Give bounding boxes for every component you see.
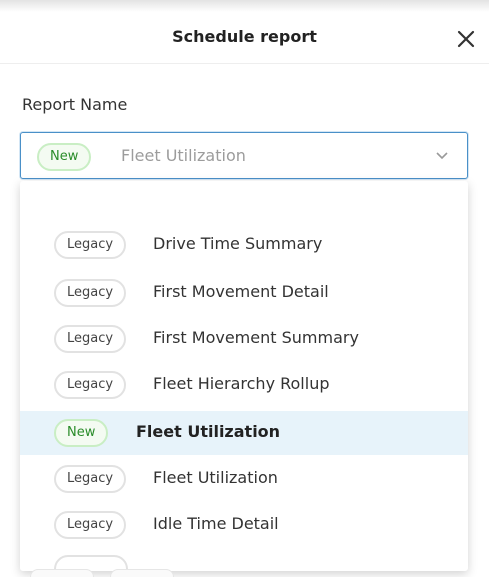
new-badge: New (37, 143, 92, 171)
option-label: Fleet Utilization (136, 422, 281, 441)
option-label: Fleet Utilization (153, 468, 278, 487)
background-pill (110, 569, 174, 577)
dialog-header: Schedule report (0, 12, 489, 64)
legacy-badge: Legacy (54, 371, 127, 399)
option-drive-time-summary[interactable]: Legacy Drive Time Summary (20, 223, 468, 267)
legacy-badge: Legacy (54, 279, 127, 307)
selected-report-text: Fleet Utilization (121, 146, 246, 165)
chevron-down-icon[interactable] (435, 151, 449, 161)
option-first-movement-detail[interactable]: Legacy First Movement Detail (20, 271, 468, 315)
legacy-badge: Legacy (54, 231, 127, 259)
option-idle-time-detail[interactable]: Legacy Idle Time Detail (20, 503, 468, 547)
close-icon[interactable] (455, 28, 477, 50)
report-name-select[interactable]: New Fleet Utilization (20, 132, 468, 179)
option-label: First Movement Summary (153, 328, 359, 347)
report-name-label: Report Name (22, 95, 128, 114)
dialog-title: Schedule report (172, 27, 317, 46)
option-label: First Movement Detail (153, 282, 329, 301)
option-label: Idle Time Detail (153, 514, 279, 533)
option-label: Drive Time Summary (153, 234, 323, 253)
option-fleet-hierarchy-rollup[interactable]: Legacy Fleet Hierarchy Rollup (20, 363, 468, 407)
legacy-badge: Legacy (54, 511, 127, 539)
legacy-badge: Legacy (54, 325, 127, 353)
top-shadow (0, 0, 489, 12)
legacy-badge: Legacy (54, 465, 127, 493)
new-badge: New (54, 419, 109, 447)
option-label: Fleet Hierarchy Rollup (153, 374, 330, 393)
option-fleet-utilization-new[interactable]: New Fleet Utilization (20, 411, 468, 455)
report-dropdown-list: Legacy Drive Time Summary Legacy First M… (20, 181, 468, 571)
option-fleet-utilization-legacy[interactable]: Legacy Fleet Utilization (20, 457, 468, 501)
option-first-movement-summary[interactable]: Legacy First Movement Summary (20, 317, 468, 361)
background-pill (30, 569, 94, 577)
